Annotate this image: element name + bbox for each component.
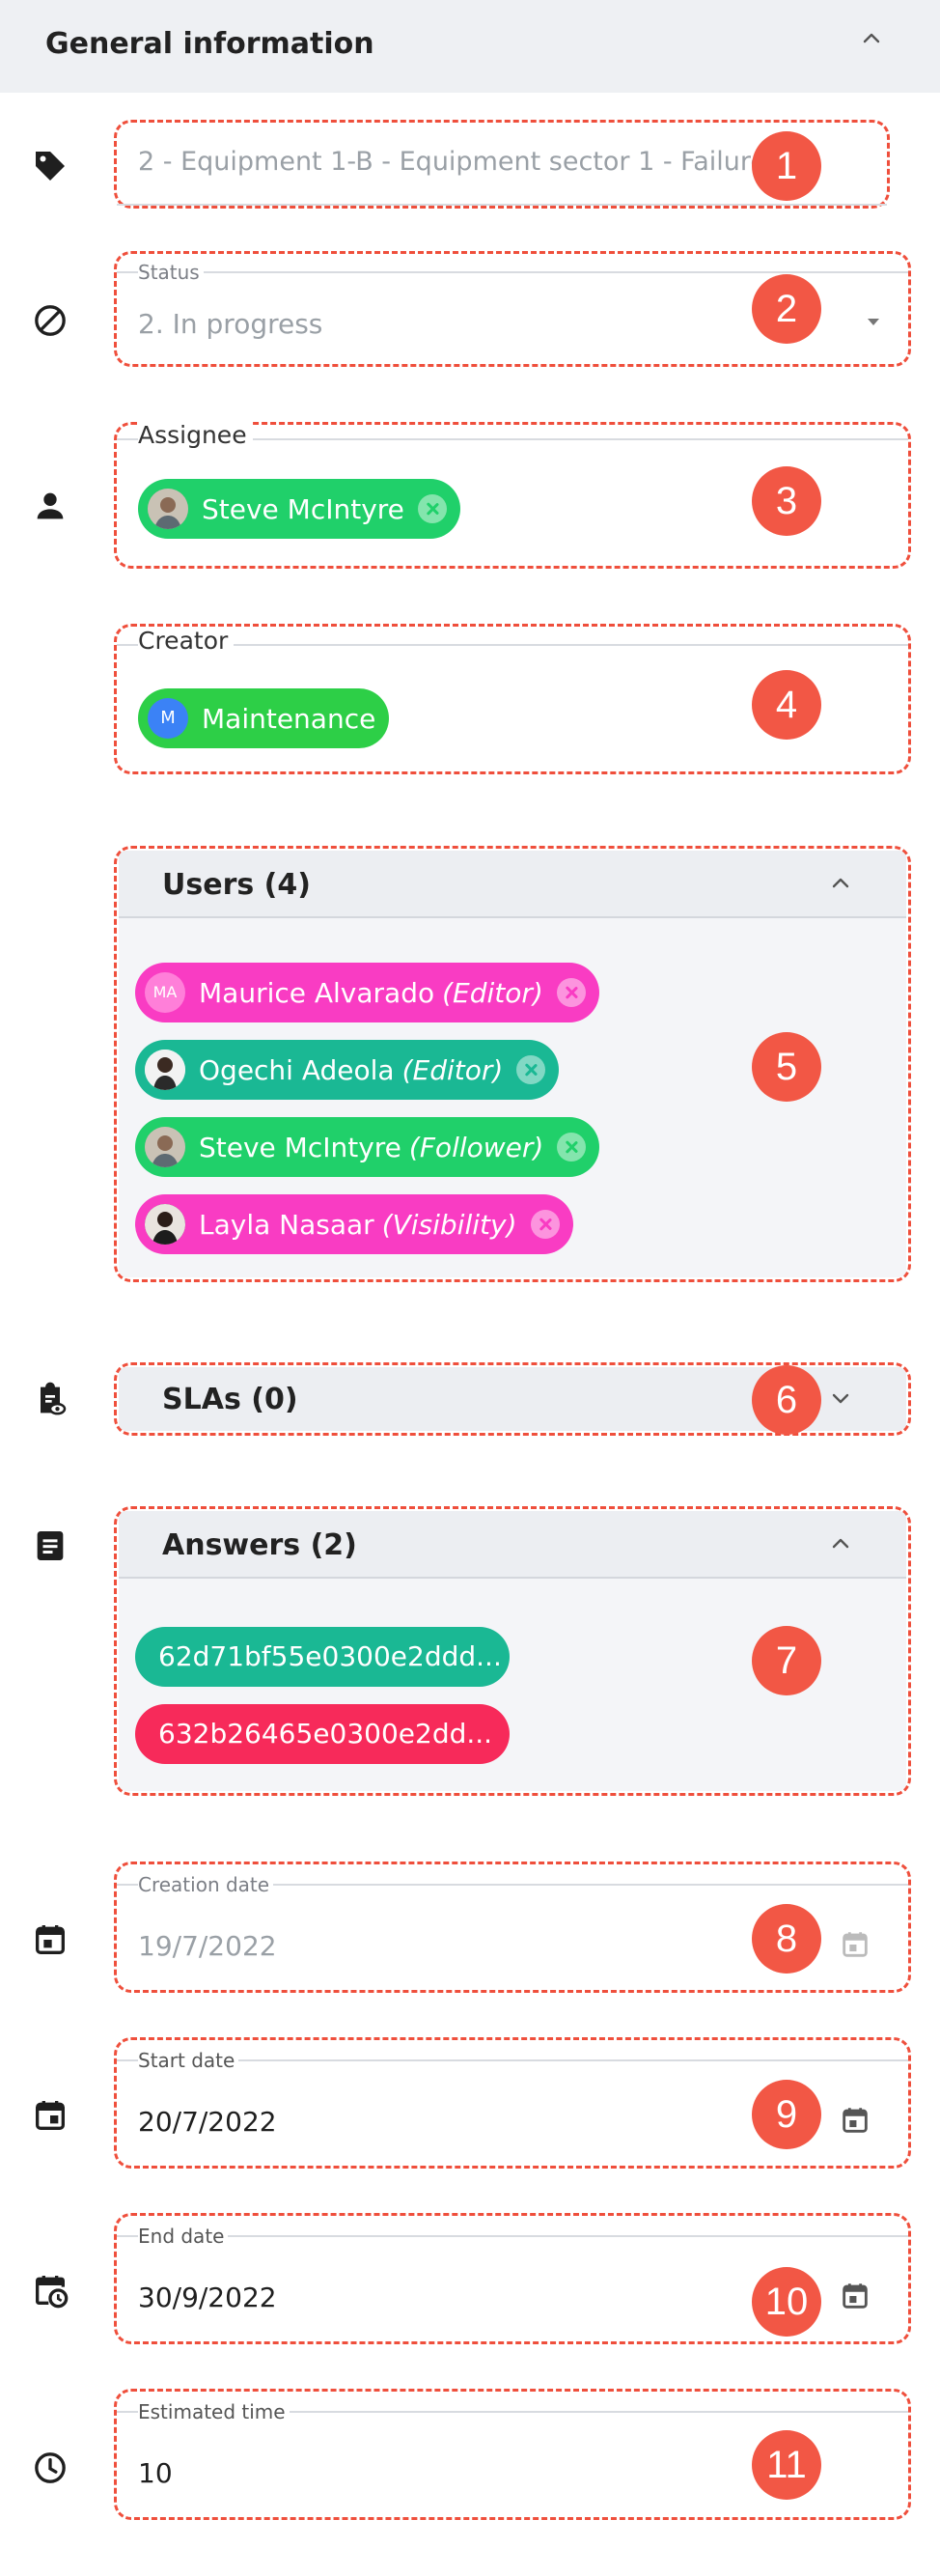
calendar-icon xyxy=(839,1928,871,1961)
chevron-up-icon[interactable] xyxy=(860,27,883,50)
chevron-down-icon[interactable] xyxy=(829,1386,852,1410)
document-icon xyxy=(31,1526,69,1565)
user-chip[interactable]: Layla Nasaar (Visibility) xyxy=(135,1194,573,1254)
users-title: Users (4) xyxy=(162,868,311,902)
user-role: (Editor) xyxy=(401,1053,504,1086)
chip-name: Maintenance xyxy=(202,702,376,735)
status-value: 2. In progress xyxy=(138,308,323,340)
status-border xyxy=(117,271,908,273)
badge-5: 5 xyxy=(752,1032,821,1102)
avatar xyxy=(145,1204,185,1245)
calendar-icon xyxy=(31,1920,69,1959)
avatar xyxy=(145,1127,185,1167)
answer-chip[interactable]: 632b26465e0300e2dd... xyxy=(135,1704,510,1764)
slas-title: SLAs (0) xyxy=(162,1383,298,1416)
panel-title: General information xyxy=(45,27,374,61)
badge-8: 8 xyxy=(752,1904,821,1974)
user-role: (Editor) xyxy=(442,976,543,1009)
chevron-up-icon[interactable] xyxy=(829,872,852,895)
start-date-label: Start date xyxy=(138,2049,239,2072)
status-label: Status xyxy=(138,261,204,284)
avatar: M xyxy=(148,698,188,739)
chip-name: Steve McIntyre xyxy=(202,492,404,525)
badge-7: 7 xyxy=(752,1626,821,1695)
user-chip[interactable]: MA Maurice Alvarado (Editor) xyxy=(135,963,599,1022)
badge-10: 10 xyxy=(752,2267,821,2337)
start-date-value[interactable]: 20/7/2022 xyxy=(138,2106,277,2138)
user-name: Maurice Alvarado xyxy=(199,976,435,1009)
user-chip[interactable]: Ogechi Adeola (Editor) xyxy=(135,1040,560,1100)
avatar xyxy=(145,1050,185,1090)
title-underline xyxy=(117,204,887,206)
chevron-up-icon[interactable] xyxy=(829,1532,852,1555)
users-section-header[interactable]: Users (4) xyxy=(119,851,906,918)
clock-icon xyxy=(31,2449,69,2487)
panel-header[interactable]: General information xyxy=(0,0,940,93)
creator-border xyxy=(117,644,908,646)
person-icon xyxy=(31,487,69,525)
badge-11: 11 xyxy=(752,2430,821,2500)
creator-chip[interactable]: M Maintenance xyxy=(138,688,390,748)
answer-chip[interactable]: 62d71bf55e0300e2ddd... xyxy=(135,1627,510,1687)
creator-label: Creator xyxy=(138,627,235,655)
remove-icon[interactable] xyxy=(516,1055,546,1084)
title-value[interactable]: 2 - Equipment 1-B - Equipment sector 1 -… xyxy=(138,147,794,177)
badge-9: 9 xyxy=(752,2080,821,2149)
badge-3: 3 xyxy=(752,466,821,536)
remove-icon[interactable] xyxy=(556,978,586,1007)
user-name: Layla Nasaar xyxy=(199,1208,374,1241)
assignee-label: Assignee xyxy=(138,421,253,449)
clipboard-eye-icon xyxy=(31,1381,69,1419)
creation-date-label: Creation date xyxy=(138,1873,274,1896)
badge-2: 2 xyxy=(752,274,821,344)
creation-date-value: 19/7/2022 xyxy=(138,1930,277,1962)
answers-title: Answers (2) xyxy=(162,1528,357,1562)
avatar xyxy=(148,489,188,529)
assignee-chip[interactable]: Steve McIntyre xyxy=(138,479,460,539)
block-icon xyxy=(31,301,69,340)
estimated-time-label: Estimated time xyxy=(138,2400,290,2423)
tag-icon xyxy=(31,147,69,185)
remove-icon[interactable] xyxy=(530,1210,560,1239)
end-date-label: End date xyxy=(138,2225,229,2248)
calendar-icon xyxy=(31,2096,69,2135)
calendar-icon[interactable] xyxy=(839,2104,871,2137)
badge-6: 6 xyxy=(752,1365,821,1435)
caret-down-icon[interactable] xyxy=(862,310,885,333)
user-role: (Follower) xyxy=(408,1131,544,1163)
user-chip[interactable]: Steve McIntyre (Follower) xyxy=(135,1117,600,1177)
end-date-value[interactable]: 30/9/2022 xyxy=(138,2282,277,2313)
calendar-clock-icon xyxy=(31,2271,69,2310)
user-role: (Visibility) xyxy=(381,1208,517,1241)
end-date-border xyxy=(117,2235,908,2237)
badge-1: 1 xyxy=(752,131,821,201)
answers-section-header[interactable]: Answers (2) xyxy=(119,1511,906,1579)
remove-icon[interactable] xyxy=(557,1133,587,1162)
estimated-time-value[interactable]: 10 xyxy=(138,2457,173,2489)
avatar: MA xyxy=(145,972,185,1013)
calendar-icon[interactable] xyxy=(839,2280,871,2312)
user-name: Steve McIntyre xyxy=(199,1131,401,1163)
badge-4: 4 xyxy=(752,670,821,740)
user-name: Ogechi Adeola xyxy=(199,1053,395,1086)
remove-icon[interactable] xyxy=(417,494,447,523)
